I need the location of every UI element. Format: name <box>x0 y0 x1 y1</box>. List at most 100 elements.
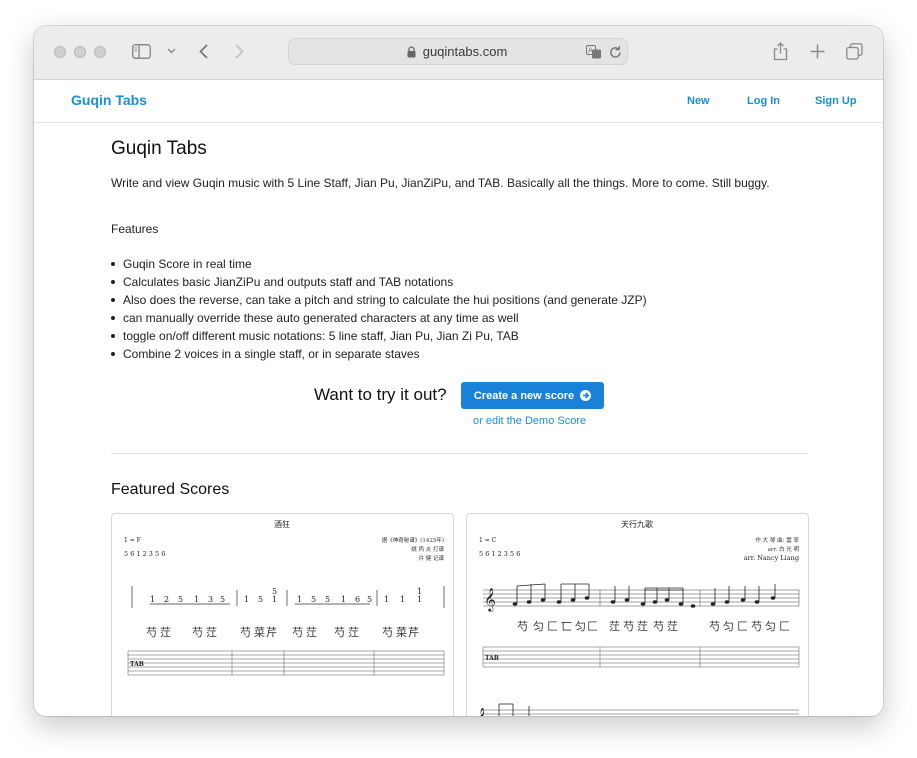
svg-text:芍: 芍 <box>240 626 251 639</box>
svg-text:菜: 菜 <box>396 626 407 639</box>
svg-text:匀: 匀 <box>723 620 734 633</box>
svg-text:2: 2 <box>164 595 169 604</box>
svg-text:5: 5 <box>258 595 263 604</box>
svg-text:芍: 芍 <box>146 626 157 639</box>
svg-text:5: 5 <box>367 595 372 604</box>
score-credit: 作 大 琴 曲: 雲 寧 <box>755 536 799 544</box>
browser-toolbar: guqintabs.com A <box>34 26 883 80</box>
svg-text:1: 1 <box>272 595 277 604</box>
score-credit: arr. 白 光 明 <box>768 545 800 553</box>
svg-text:5: 5 <box>220 595 225 604</box>
svg-text:TAB: TAB <box>130 661 144 668</box>
feature-item: can manually override these auto generat… <box>111 309 647 327</box>
score-key: 1 = C <box>479 537 497 544</box>
svg-text:茳: 茳 <box>609 620 620 633</box>
svg-text:芍: 芍 <box>709 620 720 633</box>
web-page: Guqin Tabs New Log In Sign Up Guqin Tabs… <box>34 80 883 716</box>
score-tuning: 5 6 1 2 3 5 6 <box>479 550 520 558</box>
feature-item: Also does the reverse, can take a pitch … <box>111 293 647 307</box>
featured-heading: Featured Scores <box>111 481 230 498</box>
svg-text:匚: 匚 <box>779 620 790 633</box>
new-tab-icon[interactable] <box>808 42 826 60</box>
score-title: 天行九歌 <box>621 519 653 529</box>
svg-text:6: 6 <box>355 595 360 604</box>
svg-text:1: 1 <box>417 595 422 604</box>
svg-text:1: 1 <box>244 595 249 604</box>
brand-link[interactable]: Guqin Tabs <box>71 92 147 108</box>
address-bar[interactable]: guqintabs.com A <box>288 38 628 65</box>
svg-text:芹: 芹 <box>408 626 419 639</box>
back-arrow-icon[interactable] <box>196 42 210 60</box>
feature-item: Combine 2 voices in a single staff, or i… <box>111 345 647 363</box>
arrow-circle-right-icon <box>580 390 592 401</box>
score-preview-image: 酒狂 1 = F 5 6 1 2 3 5 6 据《神奇秘谱》(1425年) 姚 … <box>124 519 445 676</box>
svg-text:茳: 茳 <box>348 626 359 639</box>
svg-text:1: 1 <box>341 595 346 604</box>
tab-overview-icon[interactable] <box>845 42 863 60</box>
score-card[interactable]: 天行九歌 1 = C 5 6 1 2 3 5 6 作 大 琴 曲: 雲 寧 ar… <box>466 513 809 716</box>
svg-text:1: 1 <box>297 595 302 604</box>
svg-text:芍: 芍 <box>653 620 664 633</box>
svg-text:芍: 芍 <box>517 620 528 633</box>
svg-text:芍: 芍 <box>623 620 634 633</box>
intro-text: Write and view Guqin music with 5 Line S… <box>111 176 770 190</box>
score-key: 1 = F <box>124 537 141 544</box>
zoom-window-button[interactable] <box>94 46 106 58</box>
demo-score-link[interactable]: or edit the Demo Score <box>473 415 586 427</box>
score-credit: 据《神奇秘谱》(1425年) <box>382 536 444 544</box>
svg-text:芍: 芍 <box>751 620 762 633</box>
svg-text:芍: 芍 <box>334 626 345 639</box>
feature-item: toggle on/off different music notations:… <box>111 327 647 345</box>
svg-text:芍: 芍 <box>192 626 203 639</box>
svg-text:1: 1 <box>384 595 389 604</box>
svg-text:TAB: TAB <box>485 655 499 662</box>
nav-signup-link[interactable]: Sign Up <box>815 95 857 107</box>
svg-text:匚: 匚 <box>587 620 598 633</box>
svg-text:5: 5 <box>178 595 183 604</box>
svg-text:茳: 茳 <box>206 626 217 639</box>
svg-text:5: 5 <box>325 595 330 604</box>
translate-icon[interactable]: A <box>586 45 602 59</box>
nav-new-link[interactable]: New <box>687 95 710 107</box>
section-divider <box>111 453 808 454</box>
score-credit: 许 健 记谱 <box>419 554 445 562</box>
score-credit: arr. Nancy Liang <box>744 554 799 562</box>
svg-text:匀: 匀 <box>533 620 544 633</box>
feature-item: Calculates basic JianZiPu and outputs st… <box>111 273 647 291</box>
svg-text:芍: 芍 <box>292 626 303 639</box>
svg-text:1: 1 <box>400 595 405 604</box>
minimize-window-button[interactable] <box>74 46 86 58</box>
close-window-button[interactable] <box>54 46 66 58</box>
create-score-button[interactable]: Create a new score <box>461 382 604 409</box>
svg-text:1: 1 <box>194 595 199 604</box>
svg-text:5: 5 <box>311 595 316 604</box>
svg-text:匚: 匚 <box>737 620 748 633</box>
reload-icon[interactable] <box>609 45 622 59</box>
score-card[interactable]: 酒狂 1 = F 5 6 1 2 3 5 6 据《神奇秘谱》(1425年) 姚 … <box>111 513 454 716</box>
score-tuning: 5 6 1 2 3 5 6 <box>124 550 165 558</box>
svg-text:芹: 芹 <box>266 626 277 639</box>
nav-login-link[interactable]: Log In <box>747 95 780 107</box>
svg-text:3: 3 <box>208 595 213 604</box>
svg-text:芍: 芍 <box>382 626 393 639</box>
forward-arrow-icon[interactable] <box>232 42 246 60</box>
chevron-down-icon[interactable] <box>165 46 177 56</box>
share-icon[interactable] <box>771 40 789 62</box>
score-title: 酒狂 <box>274 519 290 529</box>
svg-text:匀: 匀 <box>575 620 586 633</box>
svg-text:𝄞: 𝄞 <box>484 587 496 612</box>
score-credit: 姚 丙 炎 打谱 <box>411 545 444 553</box>
page-title: Guqin Tabs <box>111 138 207 159</box>
browser-window: guqintabs.com A Guqin Tabs New Log In Si… <box>34 26 883 716</box>
score-preview-image: 天行九歌 1 = C 5 6 1 2 3 5 6 作 大 琴 曲: 雲 寧 ar… <box>475 519 800 716</box>
svg-text:1: 1 <box>150 595 155 604</box>
svg-text:茳: 茳 <box>306 626 317 639</box>
svg-text:𝄞: 𝄞 <box>475 707 487 716</box>
sidebar-toggle-icon[interactable] <box>131 43 151 59</box>
svg-text:茳: 茳 <box>637 620 648 633</box>
url-text: guqintabs.com <box>422 44 508 59</box>
svg-text:A: A <box>588 47 593 55</box>
features-list: Guqin Score in real time Calculates basi… <box>111 255 647 363</box>
site-navbar: Guqin Tabs New Log In Sign Up <box>34 80 883 123</box>
svg-text:匸: 匸 <box>561 620 572 633</box>
